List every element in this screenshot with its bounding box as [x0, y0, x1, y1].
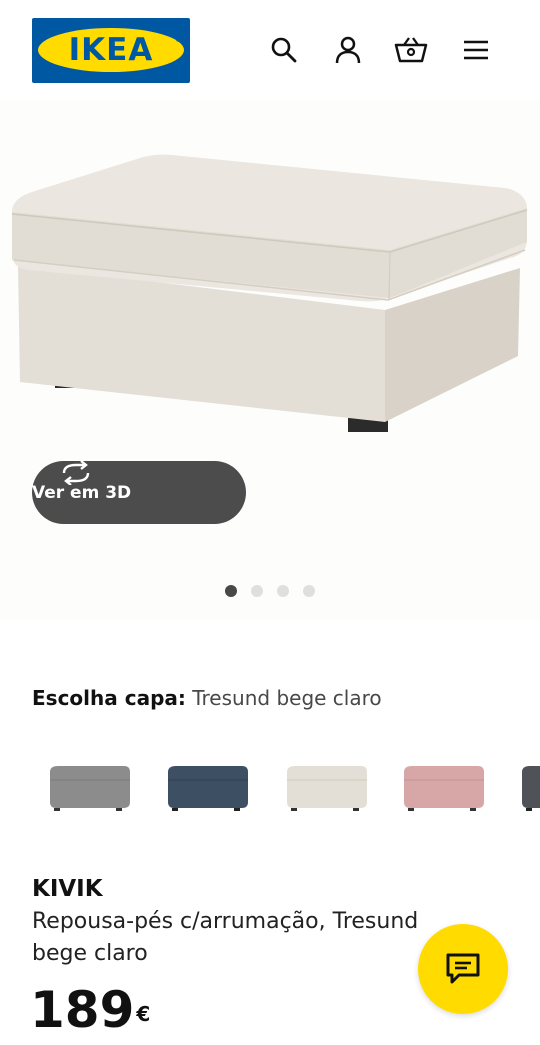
cover-value: Tresund bege claro — [192, 686, 382, 710]
header: IKEA ® — [0, 0, 540, 100]
carousel-dot[interactable] — [251, 585, 263, 597]
cover-swatch-list — [0, 752, 540, 826]
price-value: 189 — [30, 981, 135, 1039]
rotate-3d-icon — [62, 461, 90, 485]
swatch-dark-grey[interactable] — [516, 762, 540, 816]
product-name: KIVIK — [32, 876, 103, 902]
cover-selection: Escolha capa: Tresund bege claro — [32, 686, 382, 710]
ikea-logo[interactable]: IKEA ® — [32, 18, 190, 83]
carousel-dot[interactable] — [225, 585, 237, 597]
view-3d-label: Ver em 3D — [32, 482, 132, 503]
carousel-dot[interactable] — [277, 585, 289, 597]
chat-button[interactable] — [418, 924, 508, 1014]
cover-label: Escolha capa: — [32, 686, 186, 710]
swatch-light-beige[interactable] — [281, 762, 371, 816]
logo-registered-mark: ® — [175, 36, 182, 44]
cart-icon[interactable] — [394, 33, 428, 67]
swatch-grey[interactable] — [44, 762, 134, 816]
swatch-pink[interactable] — [398, 762, 488, 816]
footstool-image — [11, 154, 528, 432]
product-description: Repousa-pés c/arrumação, Tresund bege cl… — [32, 909, 419, 966]
search-icon[interactable] — [267, 33, 301, 67]
menu-icon[interactable] — [459, 33, 493, 67]
carousel-indicator — [0, 585, 540, 597]
product-price: 189 € — [30, 980, 150, 1040]
view-3d-button[interactable]: Ver em 3D — [32, 461, 246, 524]
price-currency: € — [136, 1002, 151, 1026]
product-image-area[interactable]: Ver em 3D — [0, 100, 540, 620]
chat-icon — [446, 953, 480, 984]
carousel-dot[interactable] — [303, 585, 315, 597]
swatch-dark-blue[interactable] — [162, 762, 252, 816]
user-icon[interactable] — [331, 33, 365, 67]
logo-text: IKEA — [68, 32, 154, 68]
